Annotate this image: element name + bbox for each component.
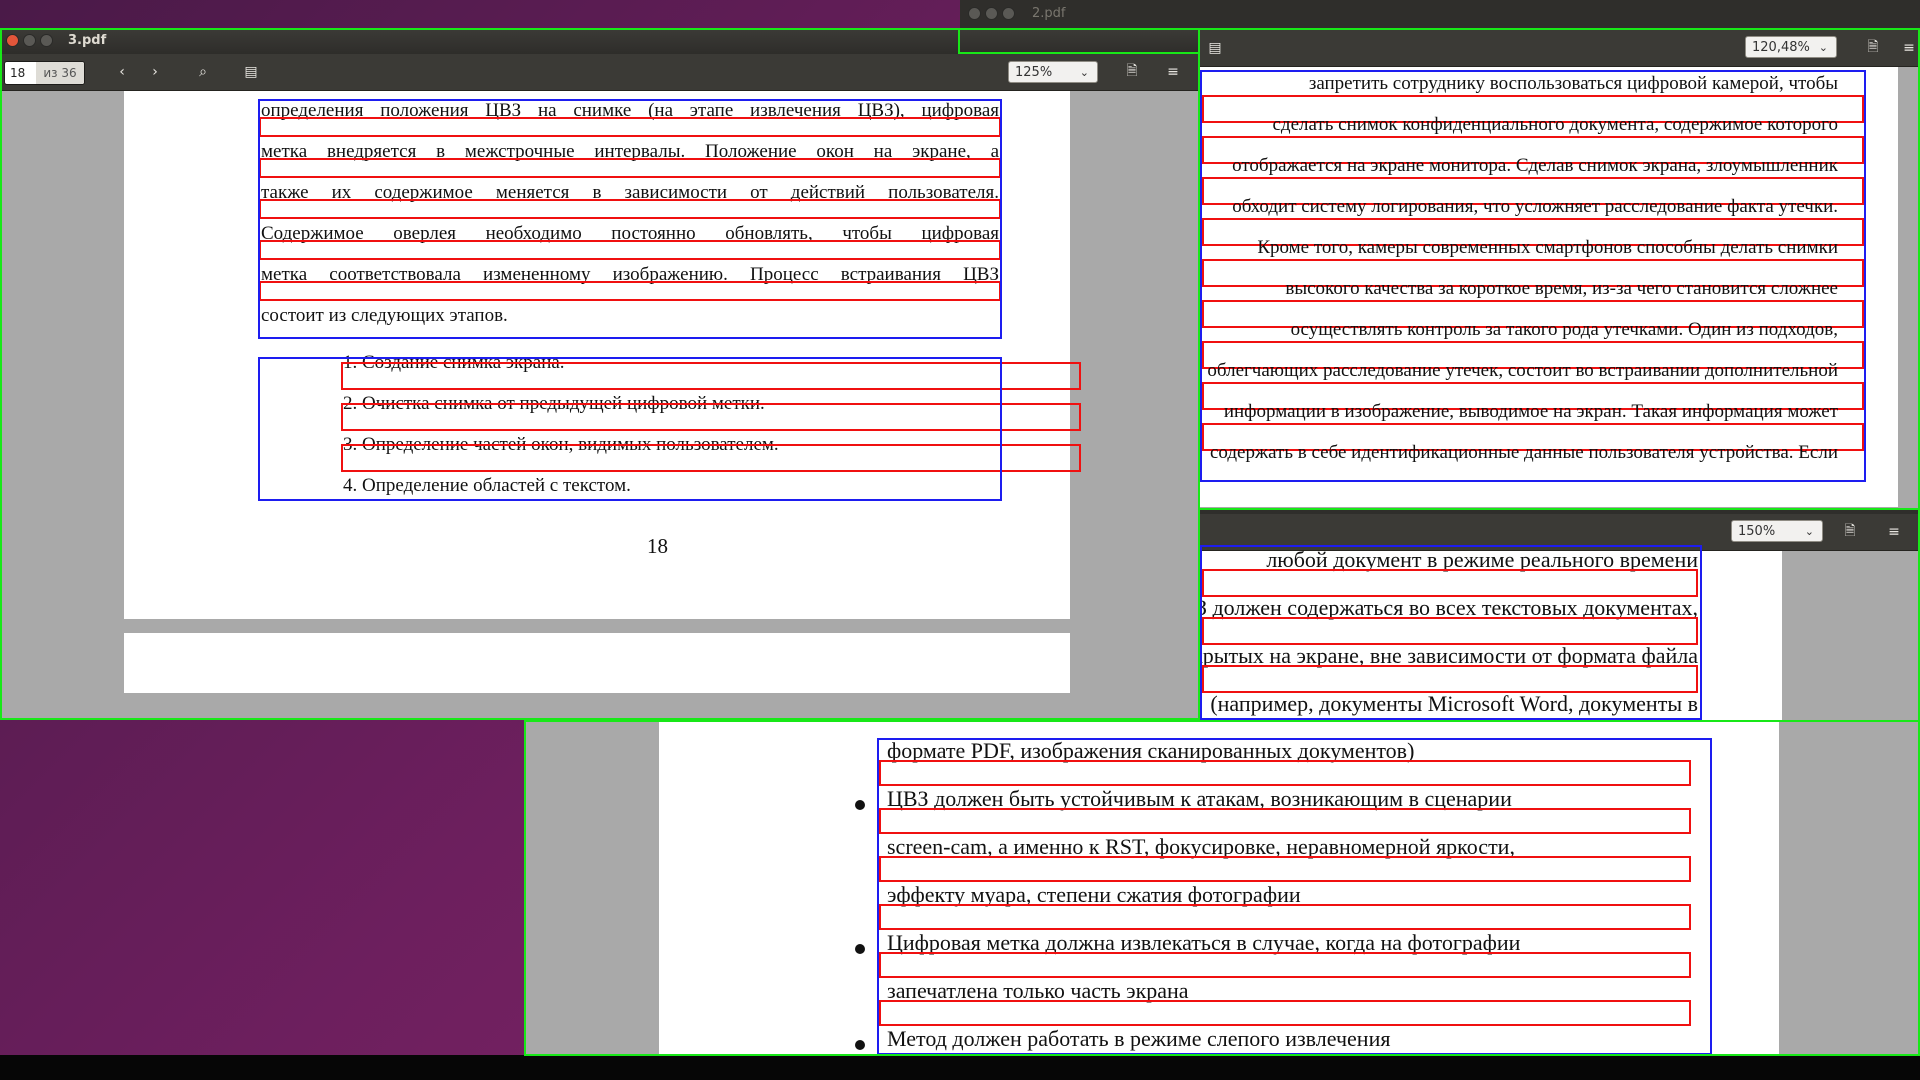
dropdown-chevron-icon: ⌄ (1079, 66, 1089, 79)
paragraph-line: определения положения ЦВЗ на снимке (на … (261, 100, 999, 121)
menu-icon[interactable]: ≡ (1162, 61, 1184, 83)
window-right-bottom: 150% ⌄ 🗎 ≡ любой документ в режиме реаль… (1198, 508, 1920, 720)
menu-icon[interactable]: ≡ (1883, 521, 1905, 543)
bullet-icon (855, 800, 865, 810)
paragraph-line: (например, документы Microsoft Word, док… (1210, 691, 1698, 716)
document-view: определения положения ЦВЗ на снимке (на … (0, 91, 1198, 720)
page-total: из 36 (36, 62, 84, 84)
zoom-value: 125% (1015, 65, 1053, 80)
dropdown-chevron-icon: ⌄ (1818, 41, 1828, 54)
paragraph-line: любой документ в режиме реального времен… (1266, 547, 1698, 572)
toolbar: 18 из 36 ‹ › ⌕ ▤ 125% ⌄ 🗎 ≡ (0, 54, 1198, 91)
paragraph-line: высокого качества за короткое время, из-… (1285, 278, 1838, 299)
list-line: ЦВЗ должен быть устойчивым к атакам, воз… (887, 786, 1512, 811)
list-line: screen-cam, а именно к RST, фокусировке,… (887, 834, 1515, 859)
menu-icon[interactable]: ≡ (1898, 37, 1920, 59)
maximize-icon[interactable] (1002, 7, 1015, 20)
list-line: Цифровая метка должна извлекаться в случ… (887, 930, 1521, 955)
window-lower-document: формате PDF, изображения сканированных д… (524, 720, 1920, 1055)
page-number: 18 (647, 534, 668, 558)
bookmark-icon[interactable]: 🗎 (1121, 61, 1143, 83)
zoom-select[interactable]: 125% ⌄ (1008, 61, 1098, 83)
paragraph-line: отображается на экране монитора. Сделав … (1232, 155, 1838, 176)
maximize-icon[interactable] (40, 34, 53, 47)
paragraph-line: метка соответствовала измененному изобра… (261, 264, 999, 285)
paragraph-line: ЦВЗ должен содержаться во всех текстовых… (1198, 595, 1698, 620)
zoom-value: 120,48% (1752, 40, 1810, 55)
minimize-icon[interactable] (23, 34, 36, 47)
next-page (124, 633, 1070, 693)
window-title: 3.pdf (68, 33, 107, 48)
toolbar: ▤ 120,48% ⌄ 🗎 ≡ (1198, 30, 1920, 67)
paragraph-line: открытых на экране, вне зависимости от ф… (1198, 643, 1698, 668)
paragraph-line: запретить сотруднику воспользоваться циф… (1308, 73, 1838, 94)
bullet-icon (855, 1040, 865, 1050)
window-right-top: ▤ 120,48% ⌄ 🗎 ≡ запретить сотруднику вос… (1198, 28, 1920, 508)
list-line: запечатлена только часть экрана (887, 978, 1189, 1003)
bookmark-icon[interactable]: 🗎 (1862, 37, 1884, 59)
paragraph-line: Кроме того, камеры современных смартфоно… (1257, 237, 1838, 258)
page-number-field[interactable]: 18 из 36 (4, 61, 85, 85)
document-page: формате PDF, изображения сканированных д… (659, 720, 1779, 1055)
prev-page-icon[interactable]: ‹ (111, 61, 133, 83)
sidebar-icon[interactable]: ▤ (240, 61, 262, 83)
close-icon[interactable] (6, 34, 19, 47)
paragraph-line: обходит систему логирования, что усложня… (1232, 196, 1838, 217)
paragraph-line: также их содержимое меняется в зависимос… (261, 182, 999, 203)
document-page: запретить сотруднику воспользоваться циф… (1198, 67, 1898, 507)
window-title: 2.pdf (1032, 6, 1066, 21)
search-icon[interactable]: ⌕ (192, 61, 214, 83)
zoom-select[interactable]: 150% ⌄ (1731, 520, 1823, 542)
paragraph-line: метка внедряется в межстрочные интервалы… (261, 141, 999, 162)
bookmark-icon[interactable]: 🗎 (1839, 521, 1861, 543)
paragraph-line: Содержимое оверлея необходимо постоянно … (261, 223, 999, 244)
paragraph-line: содержать в себе идентификационные данны… (1209, 442, 1838, 463)
list-item: 1. Создание снимка экрана. (343, 352, 565, 373)
list-line: Метод должен работать в режиме слепого и… (887, 1026, 1391, 1051)
minimize-icon[interactable] (985, 7, 998, 20)
list-line: формате PDF, изображения сканированных д… (887, 738, 1415, 763)
close-icon[interactable] (968, 7, 981, 20)
bullet-icon (855, 944, 865, 954)
line-bbox (1202, 569, 1698, 597)
dropdown-chevron-icon: ⌄ (1804, 525, 1814, 538)
next-page-icon[interactable]: › (144, 61, 166, 83)
sidebar-icon[interactable]: ▤ (1204, 37, 1226, 59)
window-2pdf-titlebar: 2.pdf (960, 0, 1920, 28)
paragraph-line: состоит из следующих этапов. (261, 305, 508, 326)
paragraph-line: облегчающих расследование утечек, состои… (1207, 360, 1838, 381)
titlebar: 3.pdf (0, 28, 1198, 54)
line-bbox (1202, 665, 1698, 693)
list-item: 2. Очистка снимка от предыдущей цифровой… (343, 393, 765, 414)
document-page: определения положения ЦВЗ на снимке (на … (124, 91, 1081, 619)
line-bbox (1202, 617, 1698, 645)
list-item: 3. Определение частей окон, видимых поль… (343, 434, 779, 455)
zoom-value: 150% (1738, 524, 1776, 539)
page-current[interactable]: 18 (5, 62, 36, 84)
list-item: 4. Определение областей с текстом. (343, 475, 631, 496)
bottom-panel (0, 1055, 1920, 1080)
toolbar: 150% ⌄ 🗎 ≡ (1198, 514, 1920, 551)
zoom-select[interactable]: 120,48% ⌄ (1745, 36, 1837, 58)
paragraph-line: сделать снимок конфиденциального докумен… (1272, 114, 1838, 135)
paragraph-line: информации в изображение, выводимое на э… (1223, 401, 1838, 422)
paragraph-line: осуществлять контроль за такого рода уте… (1290, 319, 1838, 340)
list-line: эффекту муара, степени сжатия фотографии (887, 882, 1301, 907)
window-3pdf: 3.pdf 18 из 36 ‹ › ⌕ ▤ 125% ⌄ 🗎 ≡ опреде… (0, 28, 1198, 720)
document-page: любой документ в режиме реального времен… (1198, 547, 1782, 720)
